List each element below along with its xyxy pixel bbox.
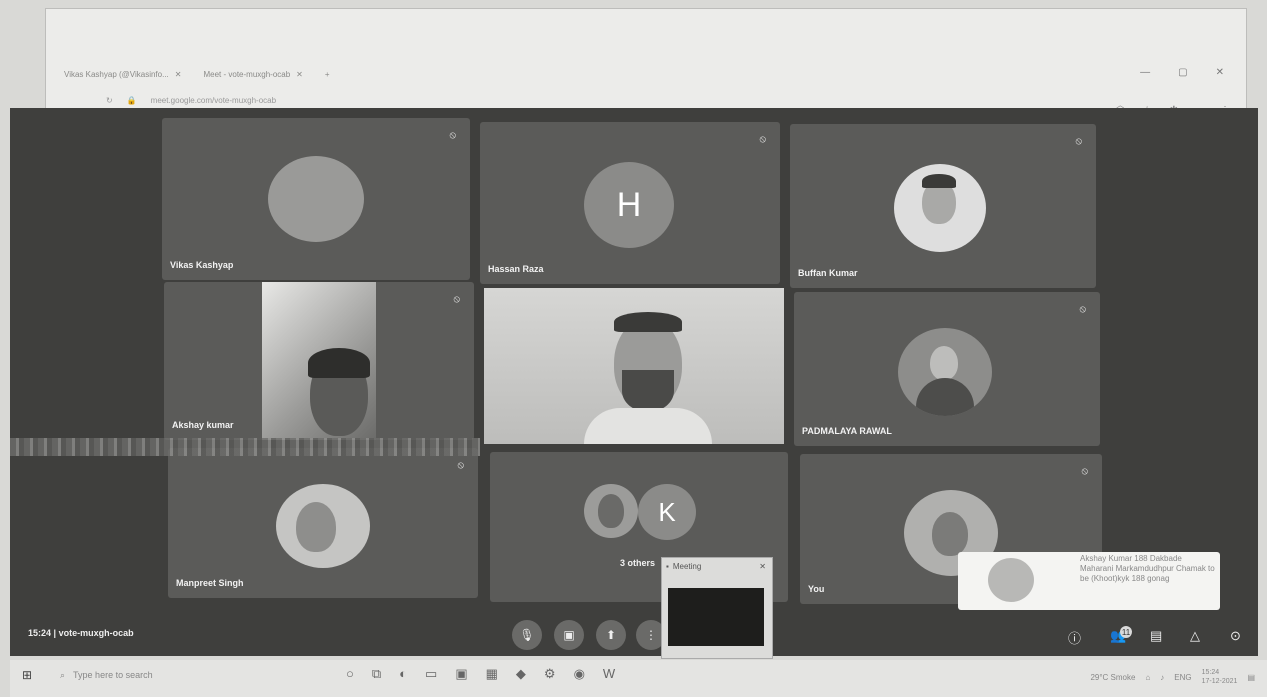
mini-window-titlebar: ▪ Meeting ✕ xyxy=(662,558,772,574)
info-icon[interactable]: ⓘ xyxy=(1068,628,1081,647)
participant-tile[interactable]: H ⦸ Hassan Raza xyxy=(480,122,780,284)
close-icon[interactable]: ✕ xyxy=(296,70,303,79)
participant-tile[interactable]: ⦸ Buffan Kumar xyxy=(790,124,1096,288)
present-button[interactable]: ⬆ xyxy=(596,620,626,650)
new-tab-icon[interactable]: + xyxy=(325,70,330,79)
participant-video xyxy=(484,288,784,444)
chat-icon[interactable]: ▤ xyxy=(1150,628,1162,644)
more-icon: ⋮ xyxy=(645,628,657,642)
notification-avatar xyxy=(988,558,1034,602)
weather-text[interactable]: 29°C Smoke xyxy=(1090,673,1135,682)
avatar xyxy=(584,484,638,538)
language-indicator[interactable]: ENG xyxy=(1174,673,1191,682)
tab-label: Meet - vote-muxgh-ocab xyxy=(203,69,291,79)
camera-icon: ▣ xyxy=(563,628,575,642)
mic-off-icon: ⦸ xyxy=(1079,304,1086,315)
clock-date: 17-12-2021 xyxy=(1201,678,1238,685)
windows-start-icon[interactable]: ⊞ xyxy=(22,668,32,682)
mic-off-icon: ⦸ xyxy=(1075,136,1082,147)
people-button[interactable]: 👥 11 xyxy=(1110,626,1132,644)
word-icon[interactable]: W xyxy=(603,666,615,682)
participant-name: Buffan Kumar xyxy=(798,268,858,278)
task-view-icon[interactable]: ⧉ xyxy=(372,666,381,682)
participant-tile[interactable]: ⦸ Akshay kumar xyxy=(164,282,474,440)
settings-icon[interactable]: ⚙ xyxy=(544,666,556,682)
window-controls: — ▢ ✕ xyxy=(1140,67,1224,78)
minimize-icon[interactable]: — xyxy=(1140,67,1150,78)
participant-name: Manpreet Singh xyxy=(176,578,244,588)
mini-window-title: Meeting xyxy=(672,561,702,571)
maximize-icon[interactable]: ▢ xyxy=(1178,67,1187,78)
meeting-time: 15:24 xyxy=(28,628,52,638)
clock-time: 15:24 xyxy=(1201,669,1220,676)
participant-count-badge: 11 xyxy=(1120,626,1132,638)
participant-video xyxy=(262,282,376,440)
mini-window-content xyxy=(668,588,764,646)
volume-icon[interactable]: ♪ xyxy=(1160,673,1164,682)
mini-window[interactable]: ▪ Meeting ✕ xyxy=(661,557,773,659)
taskbar-apps: ○ ⧉ ◐ ▭ ▣ ▦ ◆ ⚙ ◉ W xyxy=(346,666,615,682)
clock[interactable]: 15:24 17-12-2021 xyxy=(1202,668,1238,686)
window-icon: ▪ xyxy=(666,561,669,571)
file-explorer-icon[interactable]: ▭ xyxy=(425,666,437,682)
search-icon: ⌕ xyxy=(60,670,66,680)
network-icon[interactable]: ⌂ xyxy=(1145,673,1150,682)
mic-off-icon: ⦸ xyxy=(449,130,456,141)
search-placeholder: Type here to search xyxy=(73,670,153,680)
tab-bar: Vikas Kashyap (@Vikasinfo... ✕ Meet - vo… xyxy=(64,63,330,85)
participant-tile[interactable]: ⦸ PADMALAYA RAWAL xyxy=(794,292,1100,446)
avatar xyxy=(894,164,986,252)
avatar xyxy=(276,484,370,568)
mic-off-icon: ⦸ xyxy=(759,134,766,145)
participant-tile[interactable] xyxy=(484,288,784,444)
mic-off-icon: ⦸ xyxy=(453,294,460,305)
participant-name: Hassan Raza xyxy=(488,264,544,274)
notifications-icon[interactable]: ▤ xyxy=(1247,673,1255,682)
meeting-info: 15:24 | vote-muxgh-ocab xyxy=(28,628,134,638)
activities-icon[interactable]: △ xyxy=(1190,628,1200,644)
taskbar-search[interactable]: ⌕ Type here to search xyxy=(60,670,153,681)
close-icon[interactable]: ✕ xyxy=(759,562,772,571)
join-notification[interactable]: Akshay Kumar 188 Dakbade Maharani Markam… xyxy=(958,552,1220,610)
participant-name: 3 others xyxy=(620,558,656,568)
meet-control-bar: 15:24 | vote-muxgh-ocab 🎙 ▣ ⬆ ⋮ ⓘ 👥 11 ▤… xyxy=(10,616,1258,656)
participant-name: Akshay kumar xyxy=(172,420,234,430)
lock-icon: 🔒 xyxy=(126,95,137,105)
edge-icon[interactable]: ◐ xyxy=(399,666,407,682)
avatar: K xyxy=(638,484,696,540)
notification-text: Akshay Kumar 188 Dakbade Maharani Markam… xyxy=(1080,554,1215,583)
participant-name: Vikas Kashyap xyxy=(170,260,234,270)
app-icon[interactable]: ◆ xyxy=(516,666,526,682)
microphone-icon: 🎙 xyxy=(519,628,535,642)
browser-tab-2[interactable]: Meet - vote-muxgh-ocab ✕ xyxy=(203,70,302,79)
participant-name: PADMALAYA RAWAL xyxy=(802,426,892,436)
participant-name: You xyxy=(808,584,825,594)
mic-button[interactable]: 🎙 xyxy=(512,620,542,650)
lock-icon[interactable]: ⊙ xyxy=(1230,628,1241,644)
tab-label: Vikas Kashyap (@Vikasinfo... xyxy=(64,69,169,79)
system-tray: 29°C Smoke ⌂ ♪ ENG 15:24 17-12-2021 ▤ xyxy=(1090,668,1255,686)
browser-window: Vikas Kashyap (@Vikasinfo... ✕ Meet - vo… xyxy=(45,8,1247,122)
participant-tile[interactable]: ⦸ Vikas Kashyap xyxy=(162,118,470,280)
mic-off-icon: ⦸ xyxy=(1081,466,1088,477)
chrome-icon[interactable]: ◉ xyxy=(574,666,585,682)
mic-off-icon: ⦸ xyxy=(457,460,464,471)
avatar xyxy=(898,328,992,416)
avatar: H xyxy=(584,162,674,248)
cortana-icon[interactable]: ○ xyxy=(346,666,354,682)
present-icon: ⬆ xyxy=(605,628,617,642)
camera-button[interactable]: ▣ xyxy=(554,620,584,650)
screen-glitch xyxy=(10,438,480,456)
meeting-code: vote-muxgh-ocab xyxy=(58,628,134,638)
app-icon[interactable]: ▦ xyxy=(486,666,498,682)
participant-tile[interactable]: ⦸ Manpreet Singh xyxy=(168,448,478,598)
url-text[interactable]: meet.google.com/vote-muxgh-ocab xyxy=(151,96,276,105)
reload-icon[interactable]: ↻ xyxy=(106,96,113,105)
browser-tab-1[interactable]: Vikas Kashyap (@Vikasinfo... ✕ xyxy=(64,70,181,79)
close-icon[interactable]: ✕ xyxy=(175,70,182,79)
store-icon[interactable]: ▣ xyxy=(455,666,467,682)
close-window-icon[interactable]: ✕ xyxy=(1216,67,1224,78)
taskbar: ⊞ ⌕ Type here to search ○ ⧉ ◐ ▭ ▣ ▦ ◆ ⚙ … xyxy=(10,660,1267,697)
avatar xyxy=(268,156,364,242)
